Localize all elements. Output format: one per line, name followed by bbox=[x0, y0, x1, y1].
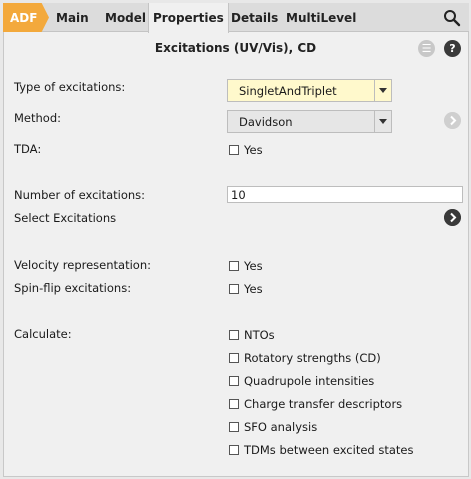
quadrupole-label: Quadrupole intensities bbox=[244, 374, 375, 388]
charge-transfer-checkbox[interactable] bbox=[229, 399, 239, 409]
charge-transfer-label: Charge transfer descriptors bbox=[244, 397, 403, 411]
tdms-checkbox[interactable] bbox=[229, 445, 239, 455]
select-excitations-label: Select Excitations bbox=[14, 211, 117, 225]
tdms-label: TDMs between excited states bbox=[244, 443, 414, 457]
tab-multilevel[interactable]: MultiLevel bbox=[282, 3, 360, 32]
sfo-analysis-checkbox[interactable] bbox=[229, 422, 239, 432]
spin-flip-checkbox[interactable] bbox=[229, 284, 239, 294]
tab-bar: ADF Main Model Properties Details MultiL… bbox=[3, 3, 469, 33]
method-value: Davidson bbox=[239, 114, 293, 129]
velocity-checkbox[interactable] bbox=[229, 261, 239, 271]
tab-properties[interactable]: Properties bbox=[148, 3, 229, 33]
dropdown-arrow-icon[interactable] bbox=[374, 111, 391, 132]
velocity-option-label: Yes bbox=[244, 259, 263, 273]
rotatory-strengths-checkbox[interactable] bbox=[229, 353, 239, 363]
type-of-excitations-select[interactable]: SingletAndTriplet bbox=[227, 79, 392, 102]
spin-flip-option-label: Yes bbox=[244, 282, 263, 296]
calculate-option-charge-transfer[interactable]: Charge transfer descriptors bbox=[229, 397, 402, 411]
ntos-label: NTOs bbox=[244, 328, 275, 342]
select-excitations-arrow-icon[interactable] bbox=[444, 209, 461, 226]
tda-checkbox-row[interactable]: Yes bbox=[229, 143, 263, 157]
rotatory-strengths-label: Rotatory strengths (CD) bbox=[244, 351, 381, 365]
dropdown-arrow-icon[interactable] bbox=[374, 80, 391, 101]
tab-main[interactable]: Main bbox=[52, 3, 93, 32]
panel-title: Excitations (UV/Vis), CD bbox=[154, 41, 317, 55]
calculate-option-rotatory-strengths[interactable]: Rotatory strengths (CD) bbox=[229, 351, 381, 365]
velocity-representation-label: Velocity representation: bbox=[14, 258, 151, 272]
tda-label: TDA: bbox=[14, 142, 42, 156]
quadrupole-checkbox[interactable] bbox=[229, 376, 239, 386]
number-of-excitations-input[interactable]: 10 bbox=[227, 186, 463, 203]
calculate-option-quadrupole[interactable]: Quadrupole intensities bbox=[229, 374, 374, 388]
tab-model[interactable]: Model bbox=[101, 3, 150, 32]
calculate-option-tdms[interactable]: TDMs between excited states bbox=[229, 443, 414, 457]
tab-details[interactable]: Details bbox=[227, 3, 282, 32]
menu-icon[interactable]: ☰ bbox=[418, 40, 435, 57]
spin-flip-label: Spin-flip excitations: bbox=[14, 281, 132, 295]
number-of-excitations-label: Number of excitations: bbox=[14, 188, 146, 202]
help-icon[interactable]: ? bbox=[444, 40, 461, 57]
calculate-option-sfo-analysis[interactable]: SFO analysis bbox=[229, 420, 317, 434]
ntos-checkbox[interactable] bbox=[229, 330, 239, 340]
sfo-analysis-label: SFO analysis bbox=[244, 420, 318, 434]
type-of-excitations-value: SingletAndTriplet bbox=[239, 83, 337, 98]
calculate-label: Calculate: bbox=[14, 327, 72, 341]
method-select[interactable]: Davidson bbox=[227, 110, 392, 133]
method-label: Method: bbox=[14, 111, 62, 125]
spin-flip-checkbox-row[interactable]: Yes bbox=[229, 282, 263, 296]
tda-checkbox[interactable] bbox=[229, 145, 239, 155]
velocity-checkbox-row[interactable]: Yes bbox=[229, 259, 263, 273]
type-of-excitations-label: Type of excitations: bbox=[14, 80, 126, 94]
method-details-arrow-icon[interactable] bbox=[444, 112, 461, 129]
tda-option-label: Yes bbox=[244, 143, 263, 157]
tab-adf[interactable]: ADF bbox=[3, 3, 49, 32]
search-icon[interactable] bbox=[443, 9, 461, 27]
calculate-option-ntos[interactable]: NTOs bbox=[229, 328, 275, 342]
